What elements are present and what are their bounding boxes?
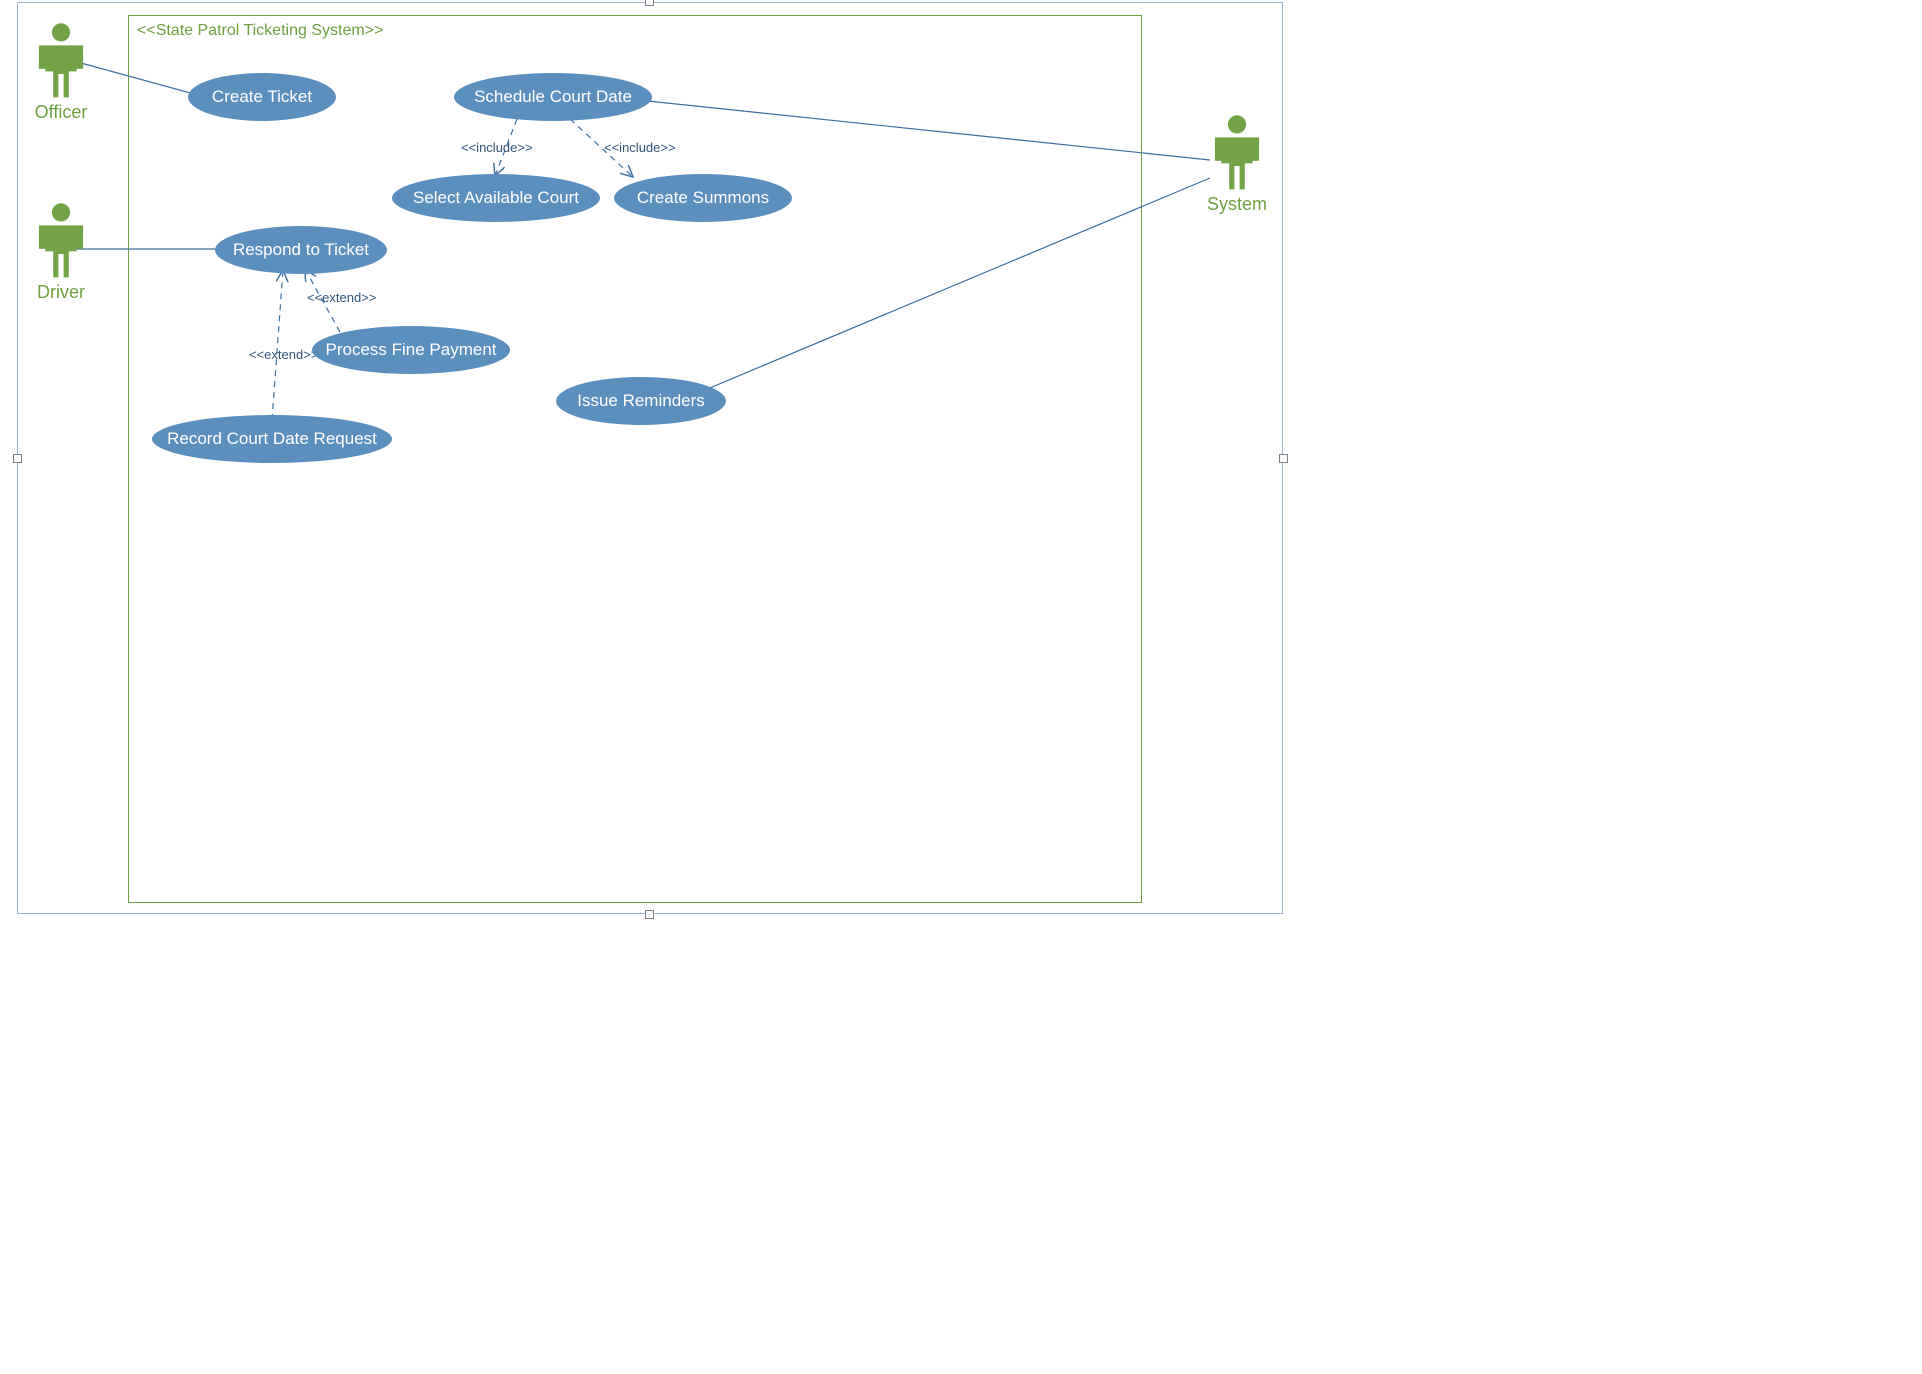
- usecase-process-fine-payment[interactable]: Process Fine Payment: [312, 326, 510, 374]
- actor-driver[interactable]: Driver: [16, 202, 106, 303]
- system-title: <<State Patrol Ticketing System>>: [137, 22, 383, 40]
- usecase-schedule-court-date-label: Schedule Court Date: [474, 87, 632, 107]
- usecase-respond-to-ticket[interactable]: Respond to Ticket: [215, 226, 387, 274]
- usecase-create-ticket[interactable]: Create Ticket: [188, 73, 336, 121]
- usecase-record-court-date-request[interactable]: Record Court Date Request: [152, 415, 392, 463]
- usecase-respond-to-ticket-label: Respond to Ticket: [233, 240, 369, 260]
- usecase-create-summons-label: Create Summons: [637, 188, 769, 208]
- selection-handle-top[interactable]: [645, 0, 654, 6]
- stereotype-extend-1: <<extend>>: [307, 290, 376, 305]
- usecase-issue-reminders-label: Issue Reminders: [577, 391, 705, 411]
- usecase-create-ticket-label: Create Ticket: [212, 87, 312, 107]
- stereotype-include-2: <<include>>: [604, 140, 676, 155]
- selection-handle-left[interactable]: [13, 454, 22, 463]
- actor-officer-label: Officer: [16, 102, 106, 123]
- selection-handle-right[interactable]: [1279, 454, 1288, 463]
- actor-system-label: System: [1192, 194, 1282, 215]
- actor-officer[interactable]: Officer: [16, 22, 106, 123]
- stereotype-extend-2: <<extend>>: [249, 347, 318, 362]
- usecase-create-summons[interactable]: Create Summons: [614, 174, 792, 222]
- usecase-select-available-court[interactable]: Select Available Court: [392, 174, 600, 222]
- actor-driver-label: Driver: [16, 282, 106, 303]
- selection-handle-bottom[interactable]: [645, 910, 654, 919]
- usecase-record-court-date-request-label: Record Court Date Request: [167, 429, 377, 449]
- usecase-select-available-court-label: Select Available Court: [413, 188, 579, 208]
- actor-system[interactable]: System: [1192, 114, 1282, 215]
- usecase-process-fine-payment-label: Process Fine Payment: [325, 340, 496, 360]
- stereotype-include-1: <<include>>: [461, 140, 533, 155]
- usecase-issue-reminders[interactable]: Issue Reminders: [556, 377, 726, 425]
- usecase-schedule-court-date[interactable]: Schedule Court Date: [454, 73, 652, 121]
- diagram-canvas: <<State Patrol Ticketing System>> Select…: [0, 0, 1292, 920]
